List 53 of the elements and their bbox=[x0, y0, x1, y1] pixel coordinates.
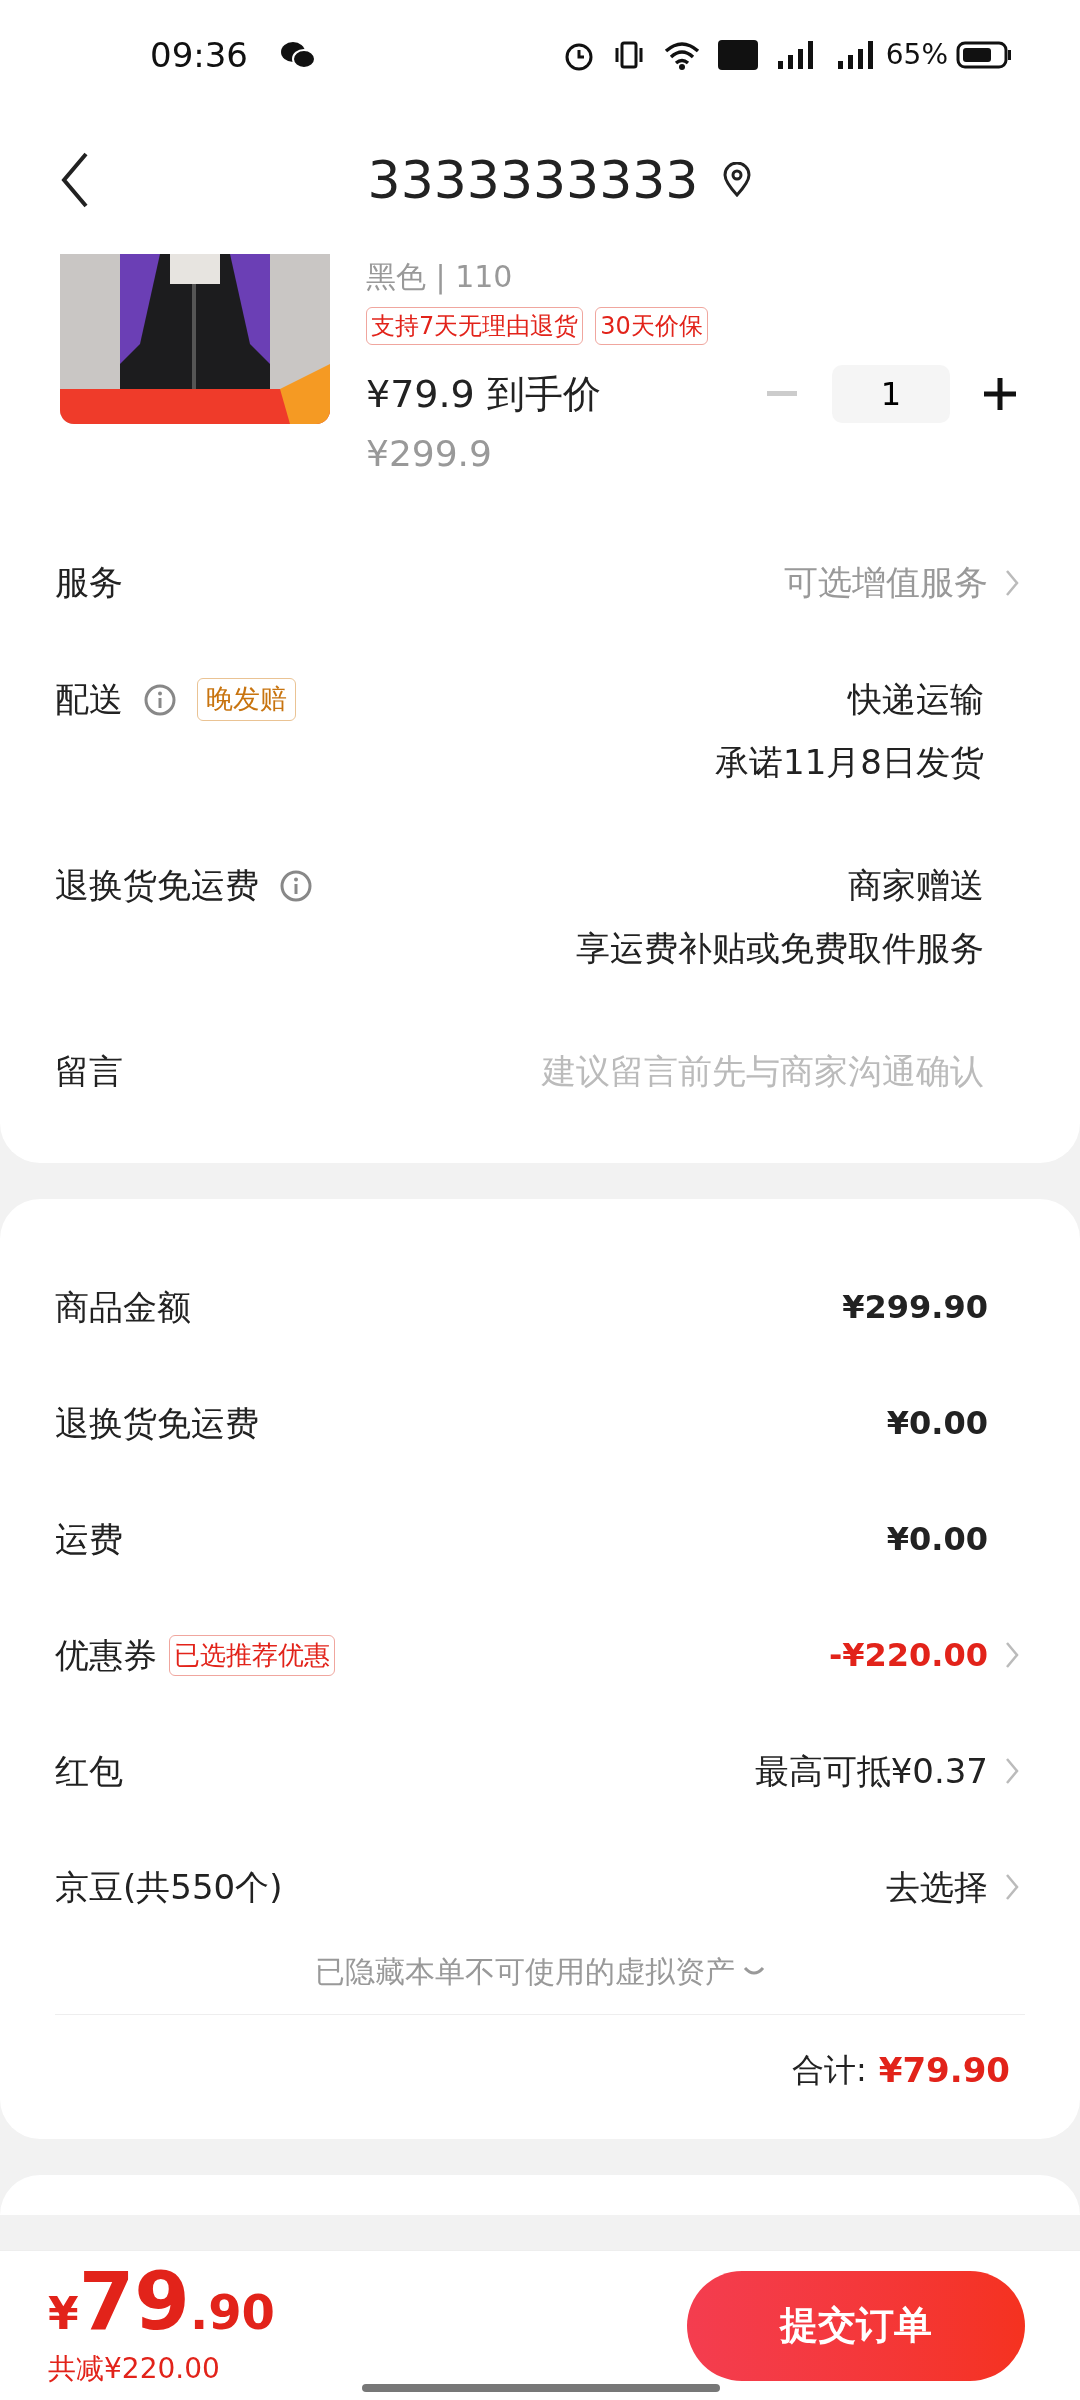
location-pin-icon bbox=[722, 162, 753, 198]
chevron-right-icon bbox=[1004, 1640, 1020, 1670]
info-icon[interactable] bbox=[279, 868, 313, 903]
row-value[interactable]: 可选增值服务 bbox=[784, 557, 988, 608]
amount-value: ¥0.00 bbox=[886, 1403, 988, 1444]
recommended-badge: 已选推荐优惠 bbox=[169, 1634, 335, 1676]
row-subtext: 承诺11月8日发货 bbox=[715, 741, 984, 784]
row-value: 快递运输 bbox=[848, 678, 984, 721]
row-label: 退换货免运费 bbox=[55, 1401, 259, 1445]
row-label: 配送 bbox=[55, 678, 123, 721]
status-time: 09:36 bbox=[150, 33, 248, 77]
battery-percent: 65% bbox=[885, 37, 948, 73]
chat-icon bbox=[280, 40, 316, 70]
row-label: 京豆(共550个) bbox=[55, 1865, 283, 1909]
service-tag: 支持7天无理由退货 bbox=[366, 307, 584, 345]
discount-value[interactable]: -¥220.00 bbox=[828, 1631, 988, 1679]
row-label: 运费 bbox=[55, 1517, 123, 1561]
currency-symbol: ¥ bbox=[48, 2286, 79, 2341]
row-value[interactable]: 最高可抵¥0.37 bbox=[754, 1745, 988, 1797]
total-saved: 共减¥220.00 bbox=[48, 2350, 221, 2387]
row-subtext: 享运费补贴或免费取件服务 bbox=[576, 927, 984, 970]
product-spec: 黑色 | 110 bbox=[366, 258, 514, 297]
row-label: 退换货免运费 bbox=[55, 864, 259, 907]
chevron-right-icon bbox=[1004, 1872, 1020, 1902]
quantity-field[interactable]: 1 bbox=[832, 365, 950, 423]
total-label: 合计: bbox=[792, 2050, 867, 2091]
hidden-assets-toggle[interactable]: 已隐藏本单不可使用的虚拟资产 bbox=[315, 1949, 735, 1994]
info-icon[interactable] bbox=[143, 682, 177, 717]
plus-icon bbox=[984, 378, 1016, 410]
chevron-right-icon bbox=[1004, 1756, 1020, 1786]
amount-value: ¥299.90 bbox=[842, 1287, 988, 1328]
amount-value: ¥0.00 bbox=[886, 1519, 988, 1560]
back-icon bbox=[60, 150, 90, 210]
pay-amount: 79 bbox=[78, 2261, 190, 2342]
battery-icon bbox=[956, 40, 1012, 70]
row-label: 留言 bbox=[55, 1050, 123, 1093]
minus-icon bbox=[767, 391, 797, 397]
row-label: 优惠券 bbox=[55, 1633, 157, 1677]
final-price: ¥79.9 bbox=[366, 370, 475, 418]
row-label: 服务 bbox=[55, 561, 123, 604]
late-compensation-badge: 晚发赔 bbox=[197, 678, 296, 721]
page-title: 3333333333 bbox=[367, 149, 699, 212]
pay-amount-decimal: .90 bbox=[189, 2282, 275, 2342]
total-value: ¥79.90 bbox=[878, 2048, 1010, 2092]
row-label: 商品金额 bbox=[55, 1285, 191, 1329]
final-price-label: 到手价 bbox=[486, 370, 601, 418]
original-price: ¥299.9 bbox=[366, 432, 493, 476]
service-tag: 30天价保 bbox=[595, 307, 708, 345]
row-value[interactable]: 去选择 bbox=[886, 1861, 988, 1913]
row-value: 商家赠送 bbox=[848, 864, 984, 907]
row-label: 红包 bbox=[55, 1749, 123, 1793]
submit-order-button[interactable]: 提交订单 bbox=[687, 2270, 1025, 2381]
message-field[interactable]: 建议留言前先与商家沟通确认 bbox=[424, 1046, 984, 1097]
